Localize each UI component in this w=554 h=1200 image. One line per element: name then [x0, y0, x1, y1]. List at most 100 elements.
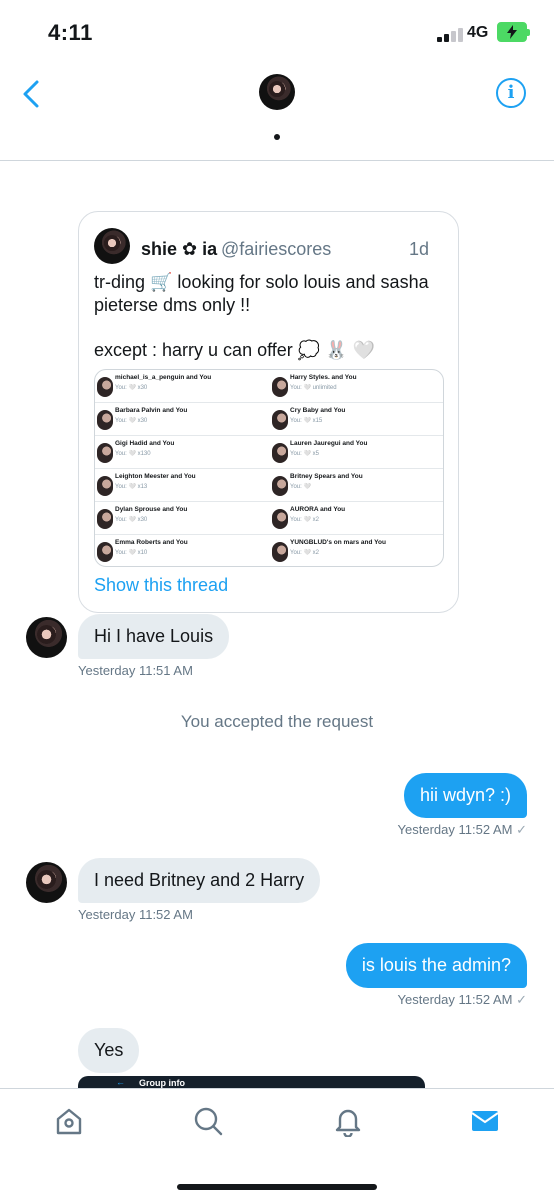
- message-timestamp: Yesterday 11:52 AM ✓: [398, 992, 527, 1008]
- list-item-name: YUNGBLUD's on mars and You: [290, 539, 386, 546]
- back-arrow-icon: ←: [116, 1077, 125, 1087]
- list-item: michael_is_a_penguin and You You: 🤍 x30: [95, 370, 270, 403]
- list-item: Cry Baby and You You: 🤍 x15: [270, 403, 443, 436]
- list-item-name: Harry Styles. and You: [290, 374, 357, 381]
- info-button[interactable]: i: [496, 78, 526, 108]
- mail-icon: [471, 1111, 499, 1131]
- list-item: YUNGBLUD's on mars and You You: 🤍 x2: [270, 535, 443, 566]
- list-item-sub: You: 🤍 x2: [290, 517, 319, 523]
- list-item-name: AURORA and You: [290, 506, 346, 513]
- list-item-name: michael_is_a_penguin and You: [115, 374, 212, 381]
- avatar: [97, 377, 113, 397]
- tweet-age: 1d: [409, 239, 430, 259]
- conversation-avatar[interactable]: [259, 74, 295, 110]
- list-item-name: Dylan Sprouse and You: [115, 506, 188, 513]
- list-item-name: Lauren Jauregui and You: [290, 440, 368, 447]
- list-item: Emma Roberts and You You: 🤍 x10: [95, 535, 270, 566]
- message-bubble-outgoing[interactable]: hii wdyn? :): [403, 773, 527, 818]
- message-bubble-incoming[interactable]: Hi I have Louis: [78, 614, 230, 659]
- list-item: Harry Styles. and You You: 🤍 unlimited: [270, 370, 443, 403]
- message-bubble-incoming[interactable]: I need Britney and 2 Harry: [78, 858, 321, 903]
- message-time-text: Yesterday 11:52 AM: [397, 992, 513, 1007]
- list-item-name: Gigi Hadid and You: [115, 440, 175, 447]
- tweet-image-left-column: michael_is_a_penguin and You You: 🤍 x30 B…: [95, 370, 270, 566]
- signal-icon: [437, 26, 463, 42]
- list-item: AURORA and You You: 🤍 x2: [270, 502, 443, 535]
- avatar: [97, 542, 113, 562]
- home-icon: [56, 1108, 82, 1135]
- tab-bar: [0, 1088, 554, 1200]
- list-item-name: Leighton Meester and You: [115, 473, 196, 480]
- shared-tweet-card[interactable]: shie ✿ ia @fairiescores 1d tr-ding 🛒 loo…: [78, 211, 459, 613]
- list-item-sub: You: 🤍: [290, 484, 311, 490]
- avatar: [97, 410, 113, 430]
- list-item: Gigi Hadid and You You: 🤍 x130: [95, 436, 270, 469]
- avatar: [97, 476, 113, 496]
- list-item-sub: You: 🤍 unlimited: [290, 385, 337, 391]
- tweet-image[interactable]: michael_is_a_penguin and You You: 🤍 x30 B…: [94, 369, 444, 567]
- battery-charging-icon: [497, 22, 530, 42]
- avatar: [97, 443, 113, 463]
- search-icon: [194, 1107, 223, 1136]
- list-item-sub: You: 🤍 x130: [115, 451, 151, 457]
- list-item: Dylan Sprouse and You You: 🤍 x30: [95, 502, 270, 535]
- message-bubble-outgoing[interactable]: is louis the admin?: [345, 943, 527, 988]
- sender-avatar[interactable]: [26, 617, 67, 658]
- show-thread-link[interactable]: Show this thread: [94, 575, 228, 596]
- bell-icon: [335, 1109, 361, 1138]
- tweet-author-handle: @fairiescores: [221, 239, 332, 259]
- back-button[interactable]: [18, 78, 46, 110]
- list-item: Britney Spears and You You: 🤍: [270, 469, 443, 502]
- list-item-name: Barbara Palvin and You: [115, 407, 188, 414]
- avatar: [272, 509, 288, 529]
- home-indicator[interactable]: [177, 1184, 377, 1190]
- message-timestamp: Yesterday 11:52 AM: [78, 907, 193, 922]
- message-time-text: Yesterday 11:52 AM: [397, 822, 513, 837]
- tab-home[interactable]: [53, 1105, 85, 1137]
- list-item-name: Emma Roberts and You: [115, 539, 188, 546]
- list-item-sub: You: 🤍 x30: [115, 418, 148, 424]
- avatar: [272, 410, 288, 430]
- tweet-text: tr-ding 🛒 looking for solo louis and sas…: [94, 272, 429, 315]
- status-time: 4:11: [48, 20, 93, 45]
- sent-check-icon: ✓: [516, 822, 527, 837]
- list-item-sub: You: 🤍 x30: [115, 385, 148, 391]
- conversation-header: i: [0, 64, 554, 161]
- avatar: [272, 377, 288, 397]
- tweet-text-second: except : harry u can offer 💭 🐰 🤍: [94, 340, 376, 360]
- status-bar: 4:11 4G: [0, 0, 554, 64]
- list-item-sub: You: 🤍 x10: [115, 550, 148, 556]
- tweet-author-name: shie ✿ ia: [141, 239, 218, 259]
- network-type: 4G: [467, 24, 489, 41]
- list-item-sub: You: 🤍 x2: [290, 550, 319, 556]
- list-item: Leighton Meester and You You: 🤍 x13: [95, 469, 270, 502]
- list-item-sub: You: 🤍 x13: [115, 484, 148, 490]
- sender-avatar[interactable]: [26, 862, 67, 903]
- list-item: Lauren Jauregui and You You: 🤍 x5: [270, 436, 443, 469]
- chevron-left-icon: [23, 80, 39, 108]
- page-indicator-dot: [274, 134, 280, 140]
- message-timestamp: Yesterday 11:51 AM: [78, 663, 193, 678]
- avatar: [272, 542, 288, 562]
- list-item-name: Britney Spears and You: [290, 473, 363, 480]
- avatar: [97, 509, 113, 529]
- list-item-sub: You: 🤍 x15: [290, 418, 323, 424]
- tweet-image-right-column: Harry Styles. and You You: 🤍 unlimited Cr…: [270, 370, 443, 566]
- avatar: [272, 443, 288, 463]
- tab-notifications[interactable]: [332, 1105, 364, 1138]
- message-bubble-incoming[interactable]: Yes: [78, 1028, 140, 1073]
- sent-check-icon: ✓: [516, 992, 527, 1007]
- shared-screenshot[interactable]: ← Group info: [78, 1076, 425, 1088]
- tab-messages[interactable]: [469, 1105, 501, 1137]
- list-item-sub: You: 🤍 x5: [290, 451, 319, 457]
- list-item: Barbara Palvin and You You: 🤍 x30: [95, 403, 270, 436]
- request-accepted-notice: You accepted the request: [180, 712, 374, 731]
- list-item-sub: You: 🤍 x30: [115, 517, 148, 523]
- info-icon: i: [507, 82, 515, 103]
- message-timestamp: Yesterday 11:52 AM ✓: [398, 822, 527, 838]
- tab-search[interactable]: [192, 1105, 224, 1137]
- tweet-author-avatar[interactable]: [94, 228, 130, 264]
- list-item-name: Cry Baby and You: [290, 407, 346, 414]
- screenshot-title: Group info: [139, 1078, 185, 1088]
- avatar: [272, 476, 288, 496]
